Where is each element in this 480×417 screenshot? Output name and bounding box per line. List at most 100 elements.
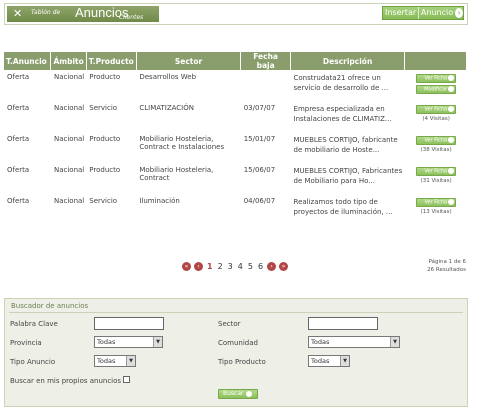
ver-ficha-label: Ver Ficha xyxy=(424,168,448,174)
chevron-down-icon: ▼ xyxy=(340,356,349,366)
last-page-icon[interactable]: » xyxy=(279,262,289,271)
col-tipo-producto[interactable]: T.Producto xyxy=(86,52,137,70)
chevron-down-icon: ▼ xyxy=(390,337,399,347)
first-page-icon[interactable]: « xyxy=(182,262,191,271)
cell-fecha: 15/06/07 xyxy=(243,166,276,174)
pagination: « ‹ 1 2 3 4 5 6 › » xyxy=(182,262,289,271)
buscar-button[interactable]: Buscar xyxy=(218,389,258,399)
anuncios-table: T.Anuncio Ámbito T.Producto Sector Fecha… xyxy=(4,52,467,225)
page-info: Página 1 de 6 26 Resultados xyxy=(427,258,466,274)
cell-tipo: Oferta xyxy=(7,135,30,143)
col-acciones xyxy=(404,52,467,70)
cell-sector: CLIMATIZACIÓN xyxy=(139,104,194,112)
cell-acciones: Ver Ficha (31 Visitas) xyxy=(405,163,467,194)
page-link[interactable]: 3 xyxy=(227,262,234,271)
sector-label: Sector xyxy=(218,320,241,328)
ver-ficha-label: Ver Ficha xyxy=(424,106,448,112)
ver-ficha-button[interactable]: Ver Ficha xyxy=(416,166,457,176)
provincia-value: Todas xyxy=(97,338,116,346)
cell-fecha: 15/01/07 xyxy=(243,135,276,143)
arrow-right-icon: › xyxy=(455,8,463,18)
ver-ficha-button[interactable]: Ver Ficha xyxy=(416,73,457,83)
provincia-label: Provincia xyxy=(10,339,42,347)
chevron-down-icon: ▼ xyxy=(153,337,162,347)
page-link[interactable]: 2 xyxy=(217,262,224,271)
propios-anuncios-label: Buscar en mis propios anuncios xyxy=(10,377,122,385)
arrow-right-icon xyxy=(448,136,455,143)
col-fecha-baja[interactable]: Fecha baja xyxy=(240,52,292,70)
cell-descripcion: MUEBLES CORTIJO, Fabricantes de Mobiliar… xyxy=(293,167,403,185)
cell-fecha: 04/06/07 xyxy=(243,197,276,205)
arrow-right-icon xyxy=(448,167,455,174)
page-link[interactable]: 1 xyxy=(206,262,214,271)
ver-ficha-button[interactable]: Ver Ficha xyxy=(416,197,457,207)
provincia-select[interactable]: Todas ▼ xyxy=(94,336,163,348)
visit-count: (13 Visitas) xyxy=(420,208,452,215)
comunidad-select[interactable]: Todas ▼ xyxy=(308,336,400,348)
modificar-label: Modificar xyxy=(424,86,448,92)
cell-acciones: Ver Ficha (4 Visitas) xyxy=(405,101,467,132)
tipo-producto-label: Tipo Producto xyxy=(218,358,266,366)
visit-count: (4 Visitas) xyxy=(422,115,450,122)
logo-mark-icon: ✕ xyxy=(13,7,23,20)
table-row: Oferta Nacional Producto Mobiliario Host… xyxy=(4,132,467,163)
insertar-label: Insertar xyxy=(385,8,417,17)
button-separator xyxy=(418,7,419,19)
tipo-anuncio-label: Tipo Anuncio xyxy=(10,358,56,366)
visit-count: (38 Visitas) xyxy=(420,146,452,153)
arrow-right-icon xyxy=(245,390,252,397)
modificar-button[interactable]: Modificar xyxy=(416,84,457,94)
table-header-row: T.Anuncio Ámbito T.Producto Sector Fecha… xyxy=(4,52,467,70)
cell-sector: Iluminación xyxy=(139,197,180,205)
cell-ambito: Nacional xyxy=(53,166,85,174)
table-row: Oferta Nacional Servicio Iluminación 04/… xyxy=(4,194,467,225)
cell-descripcion: Realizamos todo tipo de proyectos de ilu… xyxy=(293,198,393,216)
tablon-logo: ✕ Tablón de Anuncios Clientes xyxy=(7,5,159,22)
arrow-right-icon xyxy=(448,105,455,112)
arrow-right-icon xyxy=(448,74,455,81)
cell-ambito: Nacional xyxy=(53,135,85,143)
cell-ambito: Nacional xyxy=(53,197,85,205)
cell-producto: Producto xyxy=(89,166,121,174)
search-title: Buscador de anuncios xyxy=(11,302,89,310)
ver-ficha-button[interactable]: Ver Ficha xyxy=(416,135,457,145)
page-link[interactable]: 4 xyxy=(237,262,244,271)
anuncio-label: Anuncio xyxy=(420,8,454,17)
insertar-anuncio-button[interactable]: Insertar Anuncio › xyxy=(382,6,464,20)
cell-producto: Servicio xyxy=(89,197,118,205)
next-page-icon[interactable]: › xyxy=(267,262,277,271)
page-link[interactable]: 6 xyxy=(257,262,264,271)
col-ambito[interactable]: Ámbito xyxy=(50,52,87,70)
cell-producto: Servicio xyxy=(89,104,118,112)
logo-text-3: Clientes xyxy=(119,14,144,21)
col-tipo-anuncio[interactable]: T.Anuncio xyxy=(4,52,52,70)
cell-ambito: Nacional xyxy=(53,104,85,112)
ver-ficha-label: Ver Ficha xyxy=(424,137,448,143)
cell-tipo: Oferta xyxy=(7,197,30,205)
cell-descripcion: Empresa especializada en Instalaciones d… xyxy=(293,105,392,123)
col-sector[interactable]: Sector xyxy=(136,52,242,70)
arrow-right-icon xyxy=(448,85,455,92)
cell-acciones: Ver Ficha (13 Visitas) xyxy=(405,194,467,225)
propios-anuncios-checkbox[interactable] xyxy=(123,376,130,383)
top-bar: ✕ Tablón de Anuncios Clientes Insertar A… xyxy=(4,3,468,25)
ver-ficha-button[interactable]: Ver Ficha xyxy=(416,104,457,114)
tipo-producto-select[interactable]: Todas ▼ xyxy=(308,355,350,367)
sector-input[interactable] xyxy=(308,317,378,330)
palabra-clave-label: Palabra Clave xyxy=(10,320,58,328)
cell-descripcion: MUEBLES CORTIJO, fabricante de mobiliari… xyxy=(293,136,398,154)
tipo-anuncio-value: Todas xyxy=(97,357,116,365)
tipo-producto-value: Todas xyxy=(311,357,330,365)
comunidad-label: Comunidad xyxy=(218,339,258,347)
col-descripcion[interactable]: Descripción xyxy=(290,52,406,70)
cell-tipo: Oferta xyxy=(7,166,30,174)
cell-fecha: 03/07/07 xyxy=(243,104,276,112)
cell-descripcion: Construdata21 ofrece un servicio de desa… xyxy=(293,74,389,92)
arrow-right-icon xyxy=(448,198,455,205)
logo-text-1: Tablón de xyxy=(31,9,61,16)
page-link[interactable]: 5 xyxy=(247,262,254,271)
cell-acciones: Ver Ficha (38 Visitas) xyxy=(405,132,467,163)
tipo-anuncio-select[interactable]: Todas ▼ xyxy=(94,355,136,367)
prev-page-icon[interactable]: ‹ xyxy=(194,262,203,271)
palabra-clave-input[interactable] xyxy=(94,317,164,330)
